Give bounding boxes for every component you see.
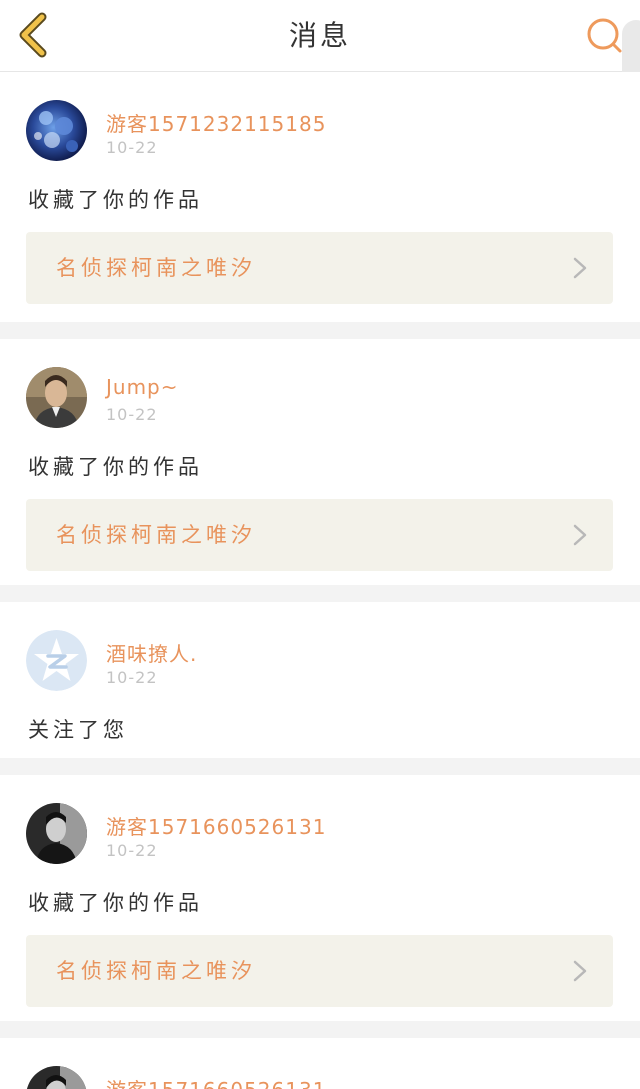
username[interactable]: 游客1571232115185	[106, 108, 326, 137]
timestamp: 10-22	[106, 668, 158, 687]
work-title: 名侦探柯南之唯汐	[56, 256, 256, 280]
work-title: 名侦探柯南之唯汐	[56, 959, 256, 983]
timestamp: 10-22	[106, 138, 158, 157]
notification-card: 游客1571660526131	[0, 1038, 640, 1089]
bw-portrait-avatar[interactable]	[26, 803, 87, 864]
username[interactable]: 游客1571660526131	[106, 811, 326, 840]
username[interactable]: 酒味撩人.	[106, 638, 197, 667]
chevron-right-icon	[573, 257, 587, 279]
work-link[interactable]: 名侦探柯南之唯汐	[26, 499, 613, 571]
notification-card: 游客1571232115185 10-22 收藏了你的作品 名侦探柯南之唯汐	[0, 72, 640, 322]
action-text: 收藏了你的作品	[28, 455, 203, 479]
chevron-right-icon	[573, 960, 587, 982]
top-bar: 消息	[0, 0, 640, 72]
search-icon[interactable]	[584, 16, 624, 56]
qzone-default-avatar[interactable]	[26, 630, 87, 691]
action-text: 收藏了你的作品	[28, 188, 203, 212]
timestamp: 10-22	[106, 405, 158, 424]
action-text: 收藏了你的作品	[28, 891, 203, 915]
username[interactable]: Jump~	[106, 375, 179, 399]
work-title: 名侦探柯南之唯汐	[56, 523, 256, 547]
blue-flowers-avatar[interactable]	[26, 100, 87, 161]
notification-card: Jump~ 10-22 收藏了你的作品 名侦探柯南之唯汐	[0, 339, 640, 585]
username[interactable]: 游客1571660526131	[106, 1074, 326, 1089]
notification-card: 游客1571660526131 10-22 收藏了你的作品 名侦探柯南之唯汐	[0, 775, 640, 1021]
work-link[interactable]: 名侦探柯南之唯汐	[26, 232, 613, 304]
timestamp: 10-22	[106, 841, 158, 860]
page-title: 消息	[288, 19, 351, 52]
notification-card: 酒味撩人. 10-22 关注了您	[0, 602, 640, 758]
man-portrait-avatar[interactable]	[26, 367, 87, 428]
work-link[interactable]: 名侦探柯南之唯汐	[26, 935, 613, 1007]
chevron-right-icon	[573, 524, 587, 546]
action-text: 关注了您	[28, 718, 128, 742]
bw-portrait-avatar[interactable]	[26, 1066, 87, 1089]
